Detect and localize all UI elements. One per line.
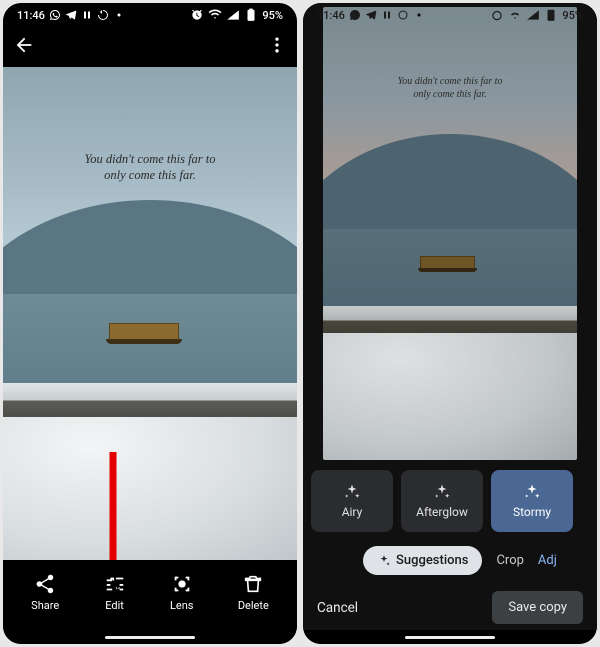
lens-label: Lens bbox=[170, 599, 194, 612]
whatsapp-icon bbox=[349, 9, 361, 21]
delete-icon bbox=[242, 573, 264, 595]
save-copy-button[interactable]: Save copy bbox=[492, 591, 583, 624]
circle-arrow-icon bbox=[97, 9, 109, 21]
photo-quote-text: You didn't come this far to only come th… bbox=[323, 75, 577, 101]
filter-stormy[interactable]: Stormy bbox=[491, 470, 573, 532]
phone-view-left: 11:46 95% bbox=[3, 3, 297, 644]
filter-afterglow[interactable]: Afterglow bbox=[401, 470, 483, 532]
signal-icon bbox=[526, 9, 540, 21]
share-label: Share bbox=[31, 599, 59, 612]
category-label: Suggestions bbox=[396, 553, 468, 568]
photo-editor: 11:46 95% bbox=[303, 3, 597, 630]
bottom-action-bar: Share Edit Lens Delete bbox=[3, 560, 297, 630]
photo-content: You didn't come this far to only come th… bbox=[3, 67, 297, 560]
back-button[interactable] bbox=[13, 34, 35, 60]
whatsapp-icon bbox=[49, 9, 61, 21]
share-button[interactable]: Share bbox=[31, 573, 59, 612]
pause-icon bbox=[381, 9, 393, 21]
editor-footer: Cancel Save copy bbox=[303, 585, 597, 630]
sparkle-icon bbox=[433, 483, 451, 501]
status-time: 11:46 bbox=[17, 9, 45, 22]
category-crop[interactable]: Crop bbox=[496, 553, 523, 568]
filter-airy[interactable]: Airy bbox=[311, 470, 393, 532]
wifi-icon bbox=[508, 9, 522, 21]
filter-label: Airy bbox=[342, 505, 363, 519]
app-bar bbox=[3, 27, 297, 67]
edit-button[interactable]: Edit bbox=[104, 573, 126, 612]
battery-text: 95% bbox=[562, 9, 583, 22]
sparkle-icon bbox=[343, 483, 361, 501]
editor-category-row[interactable]: Suggestions Crop Adj bbox=[303, 540, 597, 585]
delete-label: Delete bbox=[238, 599, 269, 612]
lens-icon bbox=[171, 573, 193, 595]
circle-arrow-icon bbox=[397, 9, 409, 21]
sparkle-icon bbox=[377, 554, 391, 568]
lens-button[interactable]: Lens bbox=[170, 573, 194, 612]
wifi-icon bbox=[208, 9, 222, 21]
overflow-menu-button[interactable] bbox=[267, 35, 287, 59]
status-bar: 11:46 95% bbox=[303, 3, 597, 27]
nav-handle[interactable] bbox=[303, 630, 597, 644]
pause-icon bbox=[81, 9, 93, 21]
status-bar: 11:46 95% bbox=[3, 3, 297, 27]
edit-label: Edit bbox=[105, 599, 124, 612]
status-time: 11:46 bbox=[317, 9, 345, 22]
telegram-icon bbox=[65, 9, 77, 21]
filter-label: Stormy bbox=[513, 505, 551, 519]
alarm-icon bbox=[490, 9, 504, 21]
filter-strip[interactable]: Airy Afterglow Stormy bbox=[303, 460, 597, 540]
signal-icon bbox=[226, 9, 240, 21]
telegram-icon bbox=[365, 9, 377, 21]
filter-label: Afterglow bbox=[416, 505, 468, 519]
dot-icon bbox=[113, 9, 125, 21]
phone-view-right: 11:46 95% bbox=[303, 3, 597, 644]
dot-icon bbox=[413, 9, 425, 21]
cancel-button[interactable]: Cancel bbox=[317, 600, 358, 616]
battery-text: 95% bbox=[262, 9, 283, 22]
battery-icon bbox=[244, 9, 258, 21]
delete-button[interactable]: Delete bbox=[238, 573, 269, 612]
category-adjust[interactable]: Adj bbox=[538, 553, 557, 568]
sparkle-icon bbox=[523, 483, 541, 501]
category-suggestions[interactable]: Suggestions bbox=[363, 546, 482, 575]
edit-icon bbox=[104, 573, 126, 595]
photo-quote-text: You didn't come this far to only come th… bbox=[3, 151, 297, 184]
share-icon bbox=[34, 573, 56, 595]
battery-icon bbox=[544, 9, 558, 21]
alarm-icon bbox=[190, 9, 204, 21]
photo-viewer[interactable]: You didn't come this far to only come th… bbox=[3, 67, 297, 560]
nav-handle[interactable] bbox=[3, 630, 297, 644]
editor-preview[interactable]: You didn't come this far to only come th… bbox=[323, 7, 577, 460]
photo-content: You didn't come this far to only come th… bbox=[323, 7, 577, 460]
